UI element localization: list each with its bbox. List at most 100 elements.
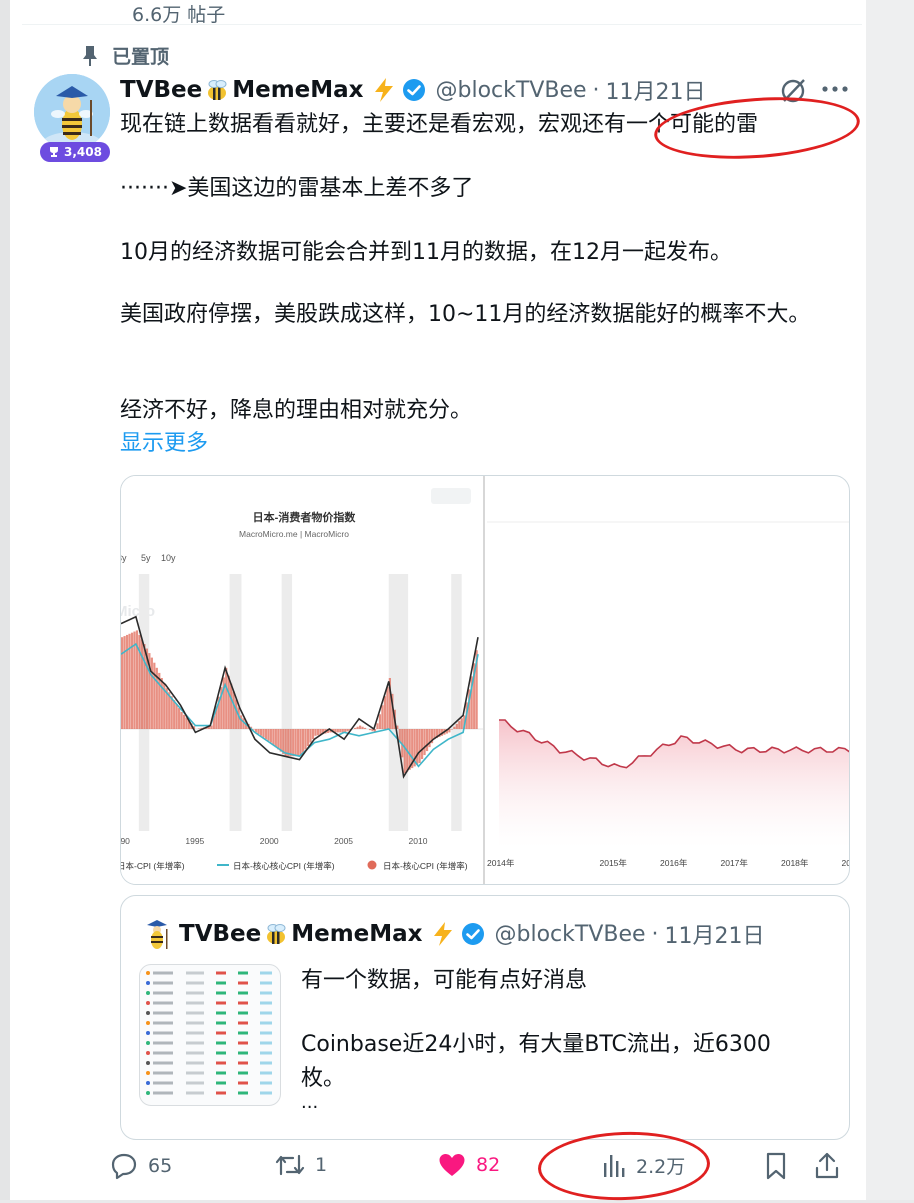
thumb-row-cell (216, 1031, 226, 1035)
core-cpi-bar (301, 729, 305, 753)
core-cpi-bar (359, 725, 362, 729)
thumb-row-cell (238, 1031, 248, 1035)
quoted-text-line-1: 有一个数据，可能有点好消息 (301, 968, 588, 993)
thumb-row-name (153, 1011, 173, 1015)
quoted-author-name[interactable]: TVBee MemeMax (179, 921, 485, 947)
thumb-row-cell (186, 1021, 204, 1025)
thumb-row-cell (260, 1061, 272, 1065)
core-cpi-bar (180, 712, 183, 729)
core-cpi-bar (272, 729, 275, 745)
thumb-row-cell (260, 991, 272, 995)
core-cpi-bar (297, 729, 300, 757)
core-cpi-bar (182, 714, 186, 729)
thumb-row-cell (186, 991, 204, 995)
core-cpi-bar (230, 683, 233, 729)
thumb-row-cell (260, 1001, 272, 1005)
thumb-row-cell (186, 1051, 204, 1055)
recession-band (281, 574, 293, 831)
thumb-row-cell (216, 981, 226, 985)
core-cpi-bar (232, 691, 235, 729)
area-fill (499, 720, 849, 848)
thumb-row-cell (238, 1071, 248, 1075)
x-tick-label: 2017年 (721, 858, 749, 868)
core-cpi-bar (453, 726, 456, 729)
thumb-row-cell (260, 1051, 272, 1055)
core-cpi-bar (408, 729, 411, 770)
core-cpi-bar (262, 729, 265, 738)
core-cpi-bar (292, 729, 295, 757)
x-tick-label: 2010 (409, 836, 428, 846)
core-cpi-bar (287, 729, 290, 757)
core-cpi-bar (282, 729, 285, 754)
right-x-axis: 2014年2015年2016年2017年2018年2019年2020 (487, 858, 849, 868)
core-cpi-bar (376, 723, 379, 729)
thumb-row-cell (216, 1021, 226, 1025)
core-cpi-bar (269, 729, 272, 743)
x-tick-label: 2005 (334, 836, 353, 846)
author-handle[interactable]: @blockTVBee (436, 78, 587, 103)
core-cpi-bar (346, 729, 349, 732)
core-cpi-bar (403, 729, 406, 774)
quoted-author-name-part-a: TVBee (179, 921, 262, 947)
thumb-row-cell (186, 1081, 204, 1085)
thumb-row-icon (146, 971, 150, 975)
core-cpi-bar (386, 687, 389, 729)
thumb-row-cell (186, 981, 204, 985)
thumb-row-cell (216, 1051, 226, 1055)
core-cpi-bar (378, 714, 382, 729)
quoted-post[interactable]: TVBee MemeMax @blockTVBee · 11月21日 有一个数据… (120, 895, 850, 1140)
like-button[interactable]: 82 (438, 1152, 500, 1178)
core-cpi-bar (121, 637, 124, 729)
core-cpi-bar (240, 715, 243, 729)
quoted-post-date[interactable]: 11月21日 (665, 918, 765, 950)
thumb-row-icon (146, 981, 150, 985)
dot-separator: · (592, 77, 600, 103)
core-cpi-bar (143, 644, 146, 729)
repost-count: 1 (315, 1154, 328, 1176)
pin-icon (83, 45, 97, 66)
thumb-row-icon (146, 991, 150, 995)
thumb-row-name (153, 1061, 173, 1065)
thumb-row-icon (146, 1001, 150, 1005)
thumb-row-cell (186, 1001, 204, 1005)
quoted-post-thumbnail[interactable] (139, 964, 281, 1106)
thumb-row-cell (260, 981, 272, 985)
post-header: TVBee MemeMax @blockTVBee · 11月21日 (120, 74, 706, 106)
thumb-row-cell (186, 1061, 204, 1065)
thumb-row-cell (186, 1091, 204, 1095)
thumb-row-cell (238, 1001, 248, 1005)
share-button[interactable] (814, 1152, 840, 1180)
core-cpi-bar (227, 675, 230, 729)
bookmark-button[interactable] (764, 1152, 788, 1180)
like-count: 82 (476, 1154, 501, 1176)
core-cpi-bar (381, 705, 384, 729)
core-cpi-bar (354, 727, 357, 729)
page: 6.6万 帖子 已置顶 3,408 TVBee MemeMax @blockTV… (0, 0, 914, 1203)
author-name-part-a: TVBee (120, 77, 203, 103)
range-button-10y: 10y (161, 553, 176, 563)
author-name[interactable]: TVBee MemeMax (120, 77, 426, 103)
core-cpi-bar (175, 704, 178, 729)
bee-emoji-icon (208, 80, 227, 100)
core-cpi-bar (425, 729, 429, 752)
thumb-row-cell (216, 991, 226, 995)
core-cpi-bar (336, 729, 339, 733)
post-date[interactable]: 11月21日 (606, 74, 706, 106)
post-text-line-4: 美国政府停摆，美股跌成这样，10~11月的经济数据能好的概率不大。 (120, 302, 811, 327)
legend-label: 日本-核心核心CPI (年增率) (233, 861, 335, 871)
author-avatar[interactable] (34, 74, 110, 150)
thumb-row-name (153, 1051, 173, 1055)
reply-button[interactable]: 65 (110, 1152, 172, 1180)
thumb-row-cell (238, 1081, 248, 1085)
core-cpi-bar (416, 729, 419, 765)
thumb-row-icon (146, 1061, 150, 1065)
core-cpi-bar (418, 729, 421, 763)
show-more-link[interactable]: 显示更多 (120, 425, 208, 457)
post-text-line-2: ·······➤美国这边的雷基本上差不多了 (120, 176, 474, 201)
post-image[interactable]: 日本-消费者物价指数 MacroMicro.me | MacroMicro 3y… (120, 475, 850, 885)
repost-button[interactable]: 1 (275, 1152, 327, 1178)
core-cpi-bar (158, 672, 161, 729)
quoted-author-handle[interactable]: @blockTVBee (495, 922, 646, 947)
thumb-row-name (153, 1031, 173, 1035)
x-tick-label: 2000 (260, 836, 279, 846)
